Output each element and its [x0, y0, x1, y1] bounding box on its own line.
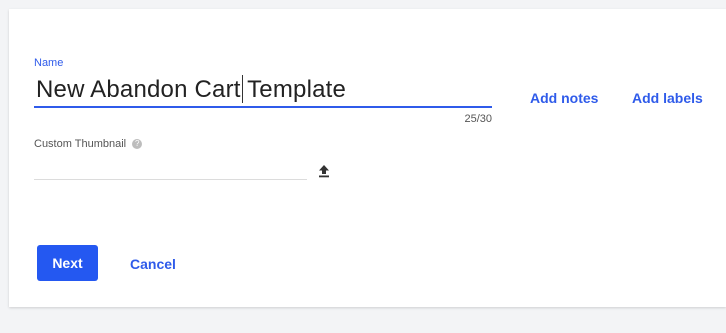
custom-thumbnail-label: Custom Thumbnail ?	[34, 138, 143, 150]
character-counter: 25/30	[464, 113, 492, 125]
custom-thumbnail-label-text: Custom Thumbnail	[34, 138, 127, 150]
text-caret	[242, 75, 243, 103]
add-labels-button[interactable]: Add labels	[632, 90, 703, 106]
custom-thumbnail-input[interactable]	[34, 159, 307, 180]
name-input-value[interactable]: New Abandon Cart Template	[36, 76, 346, 104]
template-form-card: Name New Abandon Cart Template 25/30 Add…	[9, 9, 726, 307]
upload-icon[interactable]	[317, 164, 331, 178]
add-notes-button[interactable]: Add notes	[530, 90, 598, 106]
help-icon[interactable]: ?	[132, 139, 143, 150]
cancel-button[interactable]: Cancel	[130, 256, 176, 272]
name-label: Name	[34, 57, 64, 69]
name-input[interactable]: New Abandon Cart Template	[34, 72, 492, 108]
next-button[interactable]: Next	[37, 245, 98, 281]
